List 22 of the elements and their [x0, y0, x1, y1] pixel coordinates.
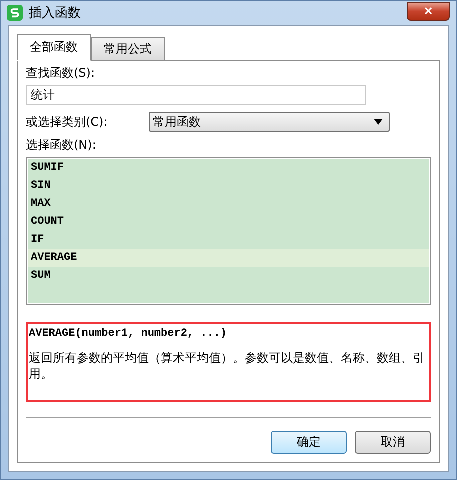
- function-item[interactable]: MAX: [28, 195, 429, 213]
- caret-icon: [374, 119, 383, 125]
- function-item[interactable]: SUMIF: [28, 159, 429, 177]
- function-item[interactable]: SIN: [28, 177, 429, 195]
- function-item[interactable]: IF: [28, 231, 429, 249]
- app-icon: [7, 5, 23, 21]
- search-field[interactable]: 统计: [26, 85, 366, 105]
- close-button[interactable]: ✕: [407, 2, 450, 20]
- category-label: 或选择类别(C):: [26, 114, 108, 130]
- function-item[interactable]: AVERAGE: [28, 249, 429, 267]
- tab[interactable]: 常用公式: [91, 37, 165, 61]
- function-signature: AVERAGE(number1, number2, ...): [29, 328, 228, 340]
- category-dropdown[interactable]: 常用函数: [148, 112, 390, 132]
- cancel-button[interactable]: 取消: [355, 431, 431, 454]
- function-item[interactable]: SUM: [28, 267, 429, 285]
- ok-button[interactable]: 确定: [271, 431, 347, 454]
- search-label: 查找函数(S):: [26, 65, 96, 82]
- function-item[interactable]: COUNT: [28, 213, 429, 231]
- window-title: 插入函数: [29, 5, 82, 22]
- function-description: 返回所有参数的平均值（算术平均值）。参数可以是数值、名称、数组、引用。: [29, 350, 426, 382]
- tab[interactable]: 全部函数: [17, 34, 91, 61]
- function-list-label: 选择函数(N):: [26, 137, 98, 154]
